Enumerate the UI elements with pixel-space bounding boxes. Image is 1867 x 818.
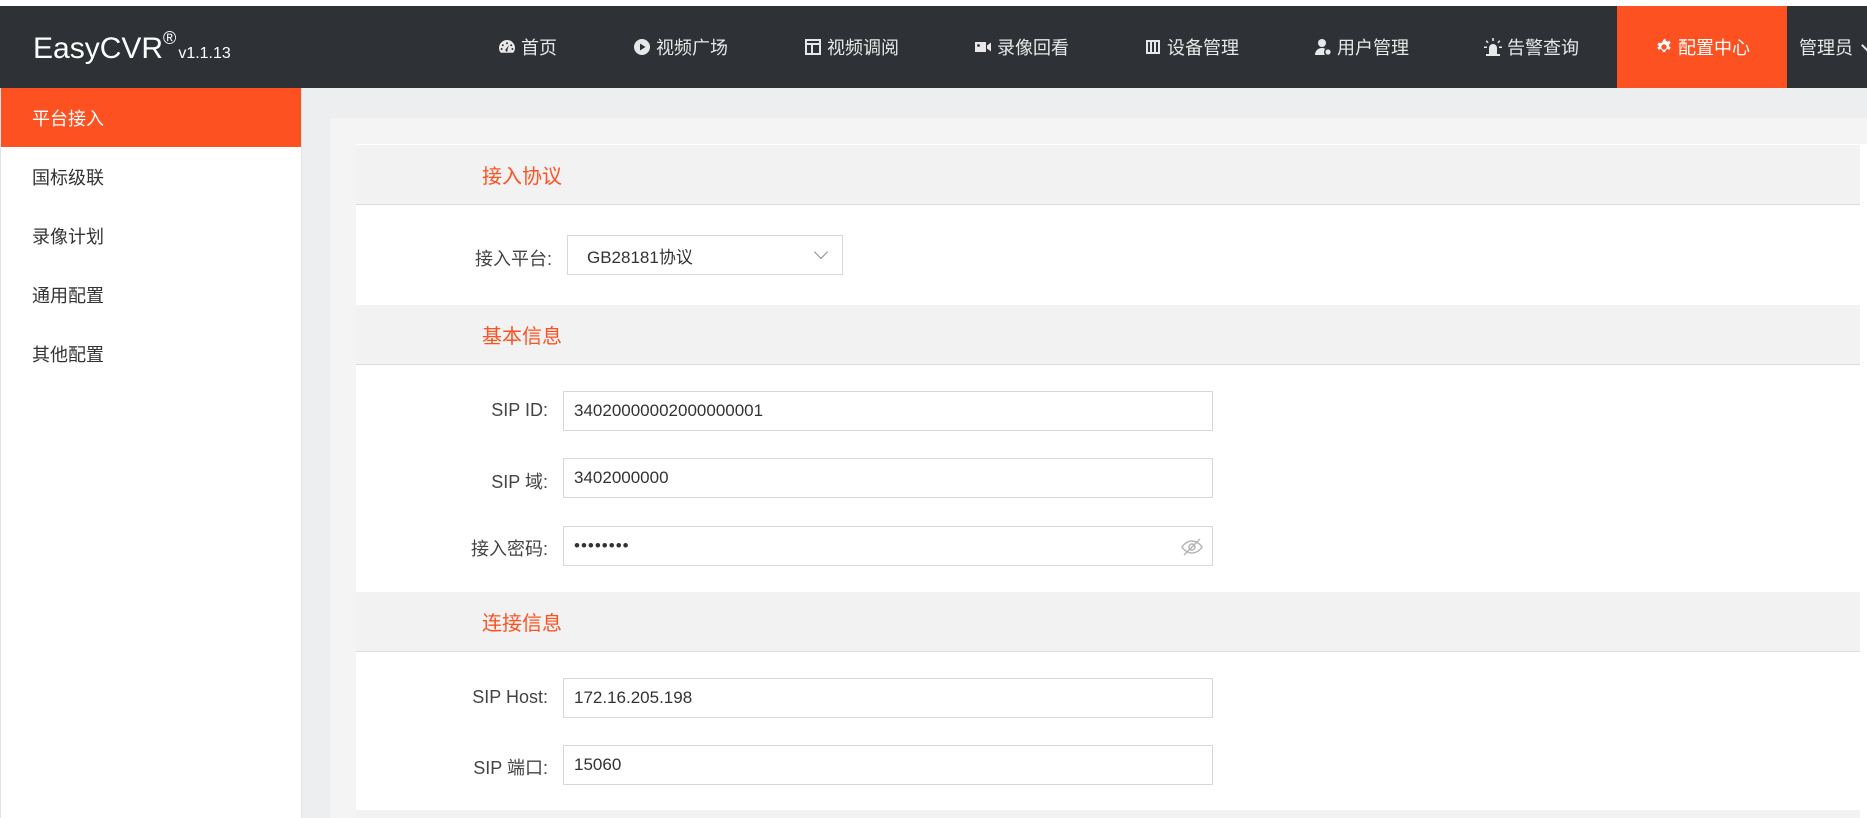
password-value: ••••••••: [574, 536, 630, 555]
password-input[interactable]: ••••••••: [563, 526, 1213, 566]
platform-label: 接入平台:: [474, 249, 552, 269]
sip-domain-value: 3402000000: [574, 468, 669, 487]
nav-playback-label: 录像回看: [997, 38, 1069, 58]
nav-home[interactable]: 首页: [497, 6, 557, 88]
sip-domain-label: SIP 域:: [491, 472, 548, 492]
eye-off-icon[interactable]: [1180, 535, 1204, 559]
section-header-connection: 连接信息: [356, 592, 1860, 652]
sip-port-label: SIP 端口:: [473, 758, 548, 778]
password-label: 接入密码:: [470, 539, 548, 559]
section-title: 基本信息: [482, 326, 562, 348]
brand-name: EasyCVR: [33, 32, 164, 65]
sidebar-item-label: 录像计划: [32, 226, 104, 247]
chevron-down-icon: [1861, 38, 1867, 52]
sidebar-item-other-config[interactable]: 其他配置: [1, 324, 301, 383]
nav-config-center-label: 配置中心: [1678, 38, 1750, 58]
sip-domain-input[interactable]: 3402000000: [563, 458, 1213, 498]
brand-logo[interactable]: EasyCVR®v1.1.13: [33, 28, 231, 66]
nav-video-square-label: 视频广场: [656, 38, 728, 58]
nav-alarm-query-label: 告警查询: [1507, 38, 1579, 58]
section-title: 接入协议: [482, 166, 562, 188]
nav-video-browse[interactable]: 视频调阅: [803, 6, 899, 88]
sip-id-value: 34020000002000000001: [574, 401, 764, 420]
top-navbar: EasyCVR®v1.1.13: [0, 6, 1867, 88]
nav-playback[interactable]: 录像回看: [973, 6, 1069, 88]
brand-version: v1.1.13: [178, 45, 231, 62]
nav-device-management-label: 设备管理: [1167, 38, 1239, 58]
dashboard-icon: [499, 40, 515, 53]
section-header-basic: 基本信息: [356, 305, 1860, 365]
platform-select-value: GB28181协议: [587, 247, 693, 267]
nav-device-management[interactable]: 设备管理: [1143, 6, 1239, 88]
sip-host-value: 172.16.205.198: [574, 688, 693, 707]
sidebar-item-record-plan[interactable]: 录像计划: [1, 206, 301, 265]
section-header-protocol: 接入协议: [356, 145, 1860, 205]
sip-port-input[interactable]: 15060: [563, 745, 1213, 785]
layout-icon: [805, 39, 821, 55]
sidebar-item-general-config[interactable]: 通用配置: [1, 265, 301, 324]
sidebar-item-label: 国标级联: [32, 167, 104, 188]
user-menu-label: 管理员: [1799, 38, 1853, 58]
section-title: 连接信息: [482, 613, 562, 635]
nav-user-management-label: 用户管理: [1337, 38, 1409, 58]
sidebar-item-gb-cascade[interactable]: 国标级联: [1, 147, 301, 206]
nav-alarm-query[interactable]: 告警查询: [1483, 6, 1579, 88]
alarm-light-icon: [1484, 38, 1502, 56]
sidebar-item-label: 平台接入: [32, 108, 104, 129]
sidebar-item-label: 其他配置: [32, 344, 104, 365]
nav-user-management[interactable]: 用户管理: [1313, 6, 1409, 88]
sip-port-value: 15060: [574, 755, 622, 774]
device-icon: [1146, 40, 1160, 54]
nav-video-square[interactable]: 视频广场: [632, 6, 728, 88]
user-menu[interactable]: 管理员: [1799, 6, 1867, 88]
sip-id-input[interactable]: 34020000002000000001: [563, 391, 1213, 431]
nav-home-label: 首页: [521, 38, 557, 58]
nav-config-center[interactable]: 配置中心: [1617, 6, 1787, 88]
play-circle-icon: [634, 39, 650, 55]
user-icon: [1315, 39, 1331, 55]
sip-host-input[interactable]: 172.16.205.198: [563, 678, 1213, 718]
nav-video-browse-label: 视频调阅: [827, 38, 899, 58]
platform-select[interactable]: GB28181协议: [567, 235, 843, 275]
chevron-down-icon: [813, 244, 829, 260]
gear-icon: [1657, 38, 1671, 53]
sip-host-label: SIP Host:: [472, 687, 548, 707]
sip-id-label: SIP ID:: [491, 400, 548, 420]
brand-registered-mark: ®: [163, 28, 177, 48]
sidebar: 平台接入 国标级联 录像计划 通用配置 其他配置: [0, 88, 302, 818]
video-camera-icon: [975, 42, 991, 52]
section-header-next: [356, 810, 1860, 818]
sidebar-item-platform-access[interactable]: 平台接入: [1, 88, 301, 147]
sidebar-item-label: 通用配置: [32, 285, 104, 306]
